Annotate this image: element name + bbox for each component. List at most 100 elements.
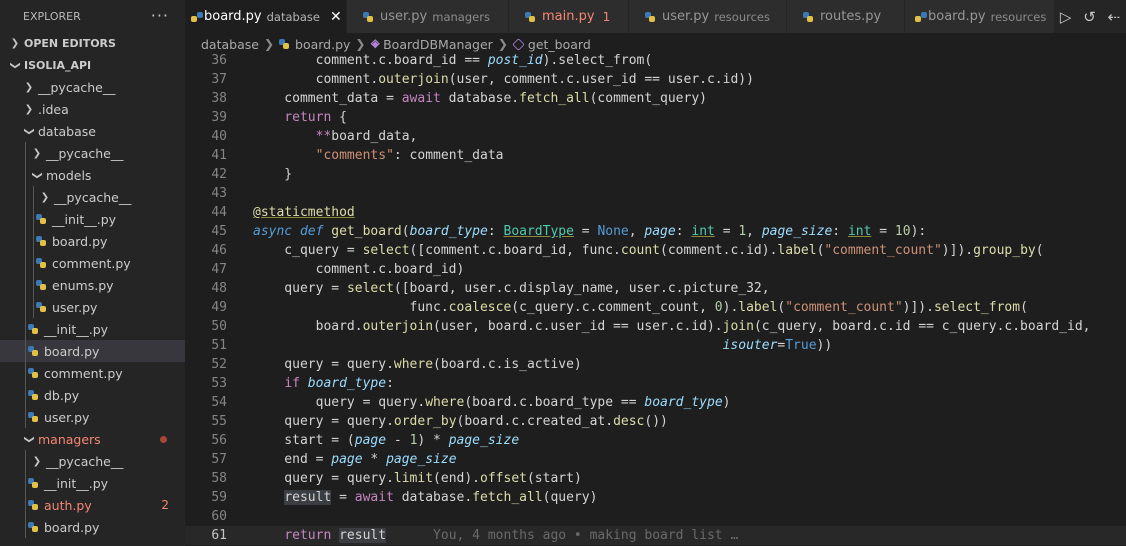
code-line: 49 func.coalesce(c_query.c.comment_count…: [185, 298, 1126, 317]
code-line: 59 result = await database.fetch_all(que…: [185, 488, 1126, 507]
line-number: 49: [211, 300, 227, 315]
tree-file-board[interactable]: board.py: [0, 516, 185, 538]
code-line: 51 isouter=True)): [185, 336, 1126, 355]
tab-description: database: [266, 9, 320, 24]
breadcrumb-class[interactable]: BoardDBManager: [383, 37, 493, 52]
tab-user-managers[interactable]: user.py managers: [347, 0, 509, 33]
tree-file-auth[interactable]: auth.py 2: [0, 494, 185, 516]
tree-file-init[interactable]: __init__.py: [0, 208, 185, 230]
python-file-icon: [28, 390, 38, 400]
python-file-icon: [28, 412, 38, 422]
python-file-icon: [363, 11, 373, 22]
line-number: 38: [211, 91, 227, 106]
tree-file-db[interactable]: db.py: [0, 384, 185, 406]
code-text: c_query = select([comment.c.board_id, fu…: [253, 243, 1044, 258]
chevron-right-icon: ❯: [10, 37, 20, 49]
tree-folder-database[interactable]: ❯ database: [0, 120, 185, 142]
chevron-down-icon: ❯: [31, 170, 43, 180]
chevron-down-icon: ❯: [23, 126, 35, 136]
tab-user-resources[interactable]: user.py resources: [629, 0, 787, 33]
code-line: 52 query = query.where(board.c.is_active…: [185, 355, 1126, 374]
line-number: 40: [211, 129, 227, 144]
history-icon[interactable]: ↺: [1083, 8, 1096, 26]
tree-file-user[interactable]: user.py: [0, 406, 185, 428]
tree-file-comment[interactable]: comment.py: [0, 362, 185, 384]
code-text: result = await database.fetch_all(query): [284, 490, 598, 505]
open-editors-label: OPEN EDITORS: [24, 36, 116, 50]
tree-folder-pycache[interactable]: ❯ __pycache__: [0, 142, 185, 164]
line-number: 48: [211, 281, 227, 296]
tree-item-label: auth.py: [44, 497, 92, 513]
tree-folder-pycache[interactable]: ❯ __pycache__: [0, 76, 185, 98]
explorer-sidebar: EXPLORER ··· ❯ OPEN EDITORS ❯ ISOLIA_API ❯…: [0, 0, 185, 546]
tree-file-user[interactable]: user.py: [0, 296, 185, 318]
code-text: comment_data = await database.fetch_all(…: [253, 91, 707, 106]
line-number: 46: [211, 243, 227, 258]
code-line: 60: [185, 507, 1126, 526]
code-line: 46 c_query = select([comment.c.board_id,…: [185, 241, 1126, 260]
code-text: start = (page - 1) * page_size: [253, 433, 520, 448]
open-editors-section[interactable]: ❯ OPEN EDITORS: [0, 32, 185, 54]
tree-file-comment[interactable]: comment.py: [0, 252, 185, 274]
tree-folder-pycache[interactable]: ❯ __pycache__: [0, 186, 185, 208]
arrow-left-icon[interactable]: ⇠: [1108, 8, 1121, 26]
line-number: 50: [211, 319, 227, 334]
line-number: 36: [211, 53, 227, 68]
python-file-icon: [28, 346, 38, 356]
code-line: 38 comment_data = await database.fetch_a…: [185, 89, 1126, 108]
code-text: query = query.limit(end).offset(start): [253, 471, 582, 486]
tree-folder-idea[interactable]: ❯ .idea: [0, 98, 185, 120]
code-text: end = page * page_size: [253, 452, 457, 467]
breadcrumb-method[interactable]: get_board: [528, 37, 591, 52]
indent-guide: [25, 362, 26, 384]
breadcrumb-file[interactable]: board.py: [295, 37, 350, 52]
tab-description: resources: [990, 9, 1047, 24]
tree-file-init[interactable]: __init__.py: [0, 472, 185, 494]
tree-folder-managers[interactable]: ❯ managers: [0, 428, 185, 450]
run-icon[interactable]: ▷: [1060, 8, 1072, 26]
python-file-icon: [36, 258, 46, 268]
tree-file-enums[interactable]: enums.py: [0, 274, 185, 296]
line-number: 44: [211, 205, 227, 220]
tab-board-database[interactable]: board.py database ✕: [185, 0, 347, 33]
python-file-icon: [28, 522, 38, 532]
tree-item-label: board.py: [52, 233, 108, 249]
tab-routes[interactable]: routes.py: [787, 0, 905, 33]
tab-label: user.py: [380, 9, 428, 24]
project-section[interactable]: ❯ ISOLIA_API: [0, 54, 185, 76]
indent-guide: [25, 318, 26, 340]
code-line: 45 async def get_board(board_type: BoardT…: [185, 222, 1126, 241]
code-text: if board_type:: [284, 376, 394, 391]
code-editor[interactable]: 36 comment.c.board_id == post_id).select…: [185, 51, 1126, 546]
code-text: async def get_board(board_type: BoardTyp…: [253, 224, 927, 239]
line-number: 39: [211, 110, 227, 125]
more-actions-icon[interactable]: ···: [151, 8, 169, 24]
indent-guide: [25, 406, 26, 428]
tab-board-resources[interactable]: board.py resources: [905, 0, 1055, 33]
tree-folder-models[interactable]: ❯ models: [0, 164, 185, 186]
line-number: 42: [211, 167, 227, 182]
indent-guide: [25, 450, 26, 472]
indent-guide: [25, 384, 26, 406]
tree-file-board[interactable]: board.py: [0, 230, 185, 252]
tree-item-label: board.py: [44, 519, 100, 535]
code-text: return result You, 4 months ago • making…: [284, 528, 739, 543]
code-text: **board_data,: [315, 129, 418, 144]
code-line: 47 comment.c.board_id): [185, 260, 1126, 279]
tree-file-board-active[interactable]: board.py: [0, 340, 185, 362]
tree-file-init[interactable]: __init__.py: [0, 318, 185, 340]
breadcrumb-folder[interactable]: database: [201, 37, 259, 52]
python-file-icon: [28, 324, 38, 334]
tab-main[interactable]: main.py 1: [509, 0, 629, 33]
code-text: board.outerjoin(user, board.c.user_id ==…: [253, 319, 1091, 334]
python-file-icon: [645, 11, 655, 22]
code-line: 50 board.outerjoin(user, board.c.user_id…: [185, 317, 1126, 336]
tree-folder-pycache[interactable]: ❯ __pycache__: [0, 450, 185, 472]
code-line: 42 }: [185, 165, 1126, 184]
explorer-title: EXPLORER: [23, 9, 81, 23]
indent-guide: [25, 164, 26, 186]
close-icon[interactable]: ✕: [330, 9, 342, 25]
indent-guide: [33, 274, 34, 296]
indent-guide: [25, 472, 26, 494]
chevron-right-icon: ❯: [24, 81, 34, 93]
